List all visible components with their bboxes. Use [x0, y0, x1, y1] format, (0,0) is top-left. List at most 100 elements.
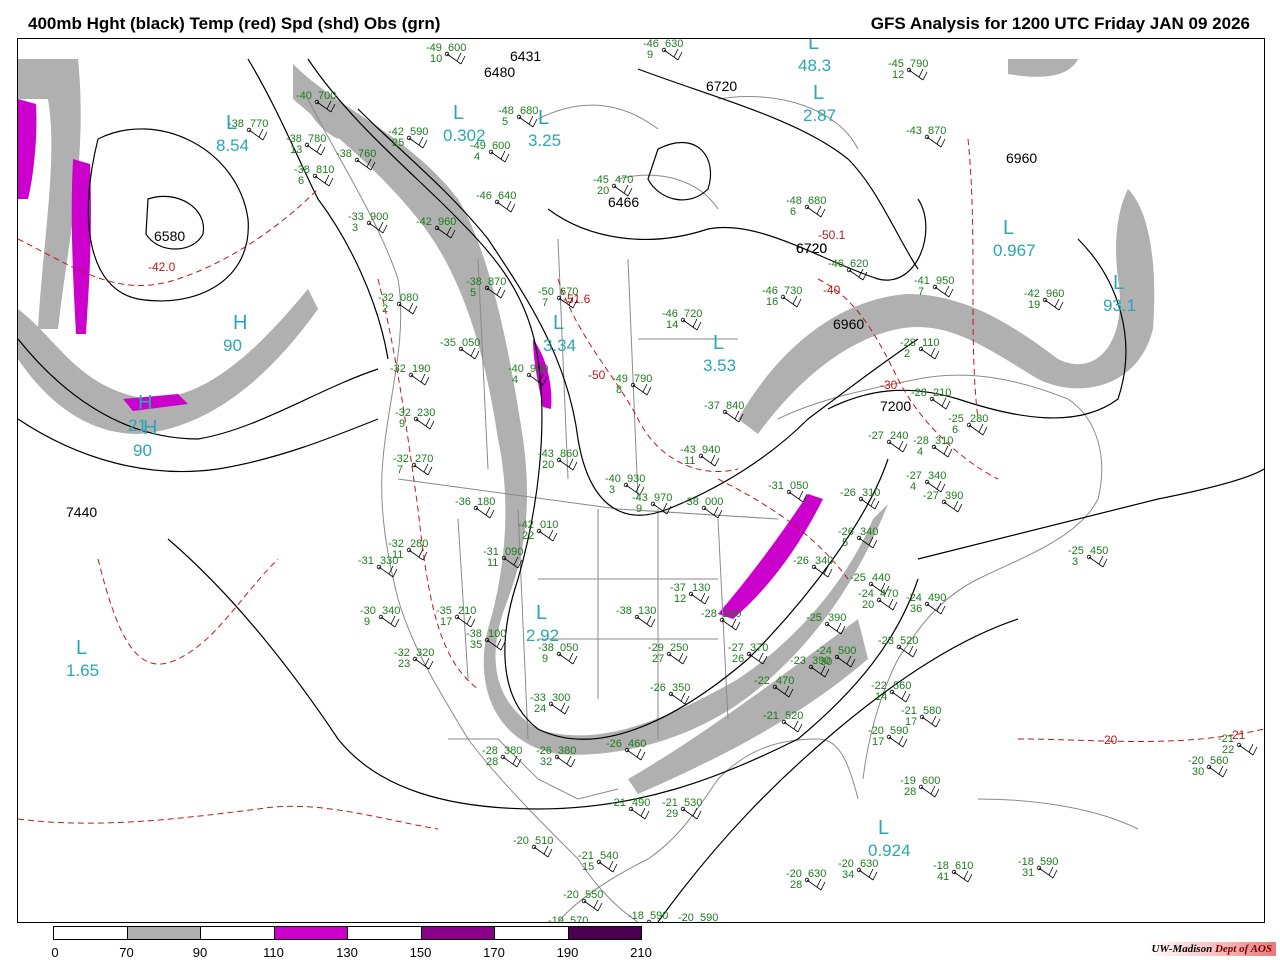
wind-barb-icon	[632, 383, 652, 396]
wind-barb-icon	[943, 500, 963, 513]
obs-dewpoint-depression: 3	[352, 222, 358, 234]
obs-height: 100	[488, 628, 506, 640]
obs-height: 840	[726, 400, 744, 412]
station-obs: -33 9003	[348, 211, 388, 234]
obs-height: 250	[670, 642, 688, 654]
wind-barb-icon	[502, 755, 522, 768]
legend-tick-label: 210	[630, 945, 652, 960]
temperature-label: -30	[880, 378, 898, 392]
pressure-center-letter: H	[143, 417, 157, 439]
obs-height: 370	[750, 642, 768, 654]
obs-height: 110	[922, 337, 940, 349]
obs-height: 490	[632, 797, 650, 809]
obs-height: 640	[498, 190, 516, 202]
obs-height: 470	[880, 588, 898, 600]
obs-height: 090	[505, 546, 523, 558]
credit-org: UW-Madison	[1151, 943, 1213, 955]
legend-tick-label: 90	[192, 945, 208, 960]
station-obs: -38 78013	[286, 133, 326, 156]
legend-tick-label: 190	[556, 945, 579, 960]
analysis-time-title: GFS Analysis for 1200 UTC Friday JAN 09 …	[870, 14, 1250, 33]
obs-height: 440	[872, 572, 890, 584]
obs-dewpoint-depression: 7	[542, 297, 548, 309]
obs-dewpoint-depression: 11	[684, 455, 695, 467]
pressure-center-value: 93.1	[1103, 296, 1136, 315]
obs-dewpoint-depression: 2	[382, 303, 388, 315]
obs-height: 680	[808, 195, 826, 207]
obs-height: 240	[723, 608, 741, 620]
obs-temperature: -18	[628, 910, 644, 922]
obs-temperature: -38	[336, 148, 352, 160]
height-label: 6960	[1006, 150, 1037, 166]
obs-dewpoint-depression: 9	[399, 418, 405, 430]
obs-height: 390	[812, 655, 830, 667]
obs-dewpoint-depression: 4	[910, 481, 916, 493]
wind-barb-icon	[721, 618, 741, 631]
obs-dewpoint-depression: 16	[766, 296, 778, 308]
wind-barb-icon	[518, 115, 538, 128]
obs-dewpoint-depression: 28	[790, 879, 802, 891]
wind-barb-icon	[968, 423, 988, 436]
obs-height: 790	[634, 373, 652, 385]
jet-max-magenta	[18, 99, 37, 199]
wind-barb-icon	[583, 899, 603, 912]
obs-height: 560	[893, 680, 911, 692]
obs-temperature: -35	[440, 337, 456, 349]
station-obs: -28 210	[911, 387, 951, 410]
legend-tick-label: 170	[483, 945, 505, 960]
wind-barb-icon	[682, 807, 702, 820]
pressure-center-letter: L	[713, 332, 724, 354]
pressure-center-letter: L	[536, 602, 547, 624]
obs-height: 010	[540, 519, 558, 531]
wind-barb-icon	[806, 878, 826, 891]
wind-barb-icon	[636, 615, 656, 628]
obs-height: 760	[358, 148, 376, 160]
obs-height: 530	[684, 797, 702, 809]
obs-height: 190	[412, 363, 430, 375]
pressure-center-value: 0.967	[993, 241, 1036, 260]
obs-dewpoint-depression: 15	[582, 861, 594, 873]
obs-height: 960	[1046, 288, 1064, 300]
obs-height: 970	[654, 492, 672, 504]
obs-temperature: -26	[840, 487, 856, 499]
obs-height: 940	[702, 444, 720, 456]
obs-height: 240	[890, 430, 908, 442]
obs-height: 680	[520, 105, 538, 117]
obs-height: 900	[370, 211, 388, 223]
jet-stream-band-gray	[18, 289, 318, 434]
obs-height: 670	[560, 286, 578, 298]
obs-dewpoint-depression: 41	[937, 871, 949, 883]
obs-height: 550	[585, 889, 603, 901]
station-obs: -32 0802	[378, 292, 418, 315]
obs-temperature: -25	[850, 572, 866, 584]
obs-dewpoint-depression: 20	[597, 185, 609, 197]
obs-dewpoint-depression: 26	[732, 653, 744, 665]
pressure-center-letter: L	[453, 102, 464, 124]
station-obs: -27 390	[923, 490, 963, 513]
obs-height: 460	[628, 738, 646, 750]
obs-height: 300	[552, 692, 570, 704]
obs-height: 600	[448, 42, 466, 54]
obs-dewpoint-depression: 5	[502, 116, 508, 128]
height-label: 6466	[608, 194, 639, 210]
obs-temperature: -27	[868, 430, 884, 442]
obs-height: 540	[600, 850, 618, 862]
legend-swatch	[567, 926, 642, 940]
station-obs: -46 620	[828, 258, 868, 281]
obs-dewpoint-depression: 17	[872, 736, 884, 748]
obs-dewpoint-depression: 25	[392, 137, 404, 149]
station-obs: -46 640	[476, 190, 516, 213]
obs-dewpoint-depression: 6	[298, 175, 304, 187]
obs-height: 700	[318, 90, 336, 102]
obs-dewpoint-depression: 11	[487, 557, 498, 569]
obs-dewpoint-depression: 13	[290, 144, 302, 156]
station-obs: -42 01022	[518, 519, 558, 542]
wind-barb-icon	[898, 645, 918, 658]
station-obs: -32 2309	[395, 407, 435, 430]
temperature-label: -20	[1100, 733, 1118, 747]
obs-height: 450	[1090, 545, 1108, 557]
obs-temperature: -20	[563, 889, 579, 901]
obs-height: 490	[928, 592, 946, 604]
obs-temperature: -42	[416, 216, 432, 228]
obs-temperature: -31	[768, 480, 784, 492]
